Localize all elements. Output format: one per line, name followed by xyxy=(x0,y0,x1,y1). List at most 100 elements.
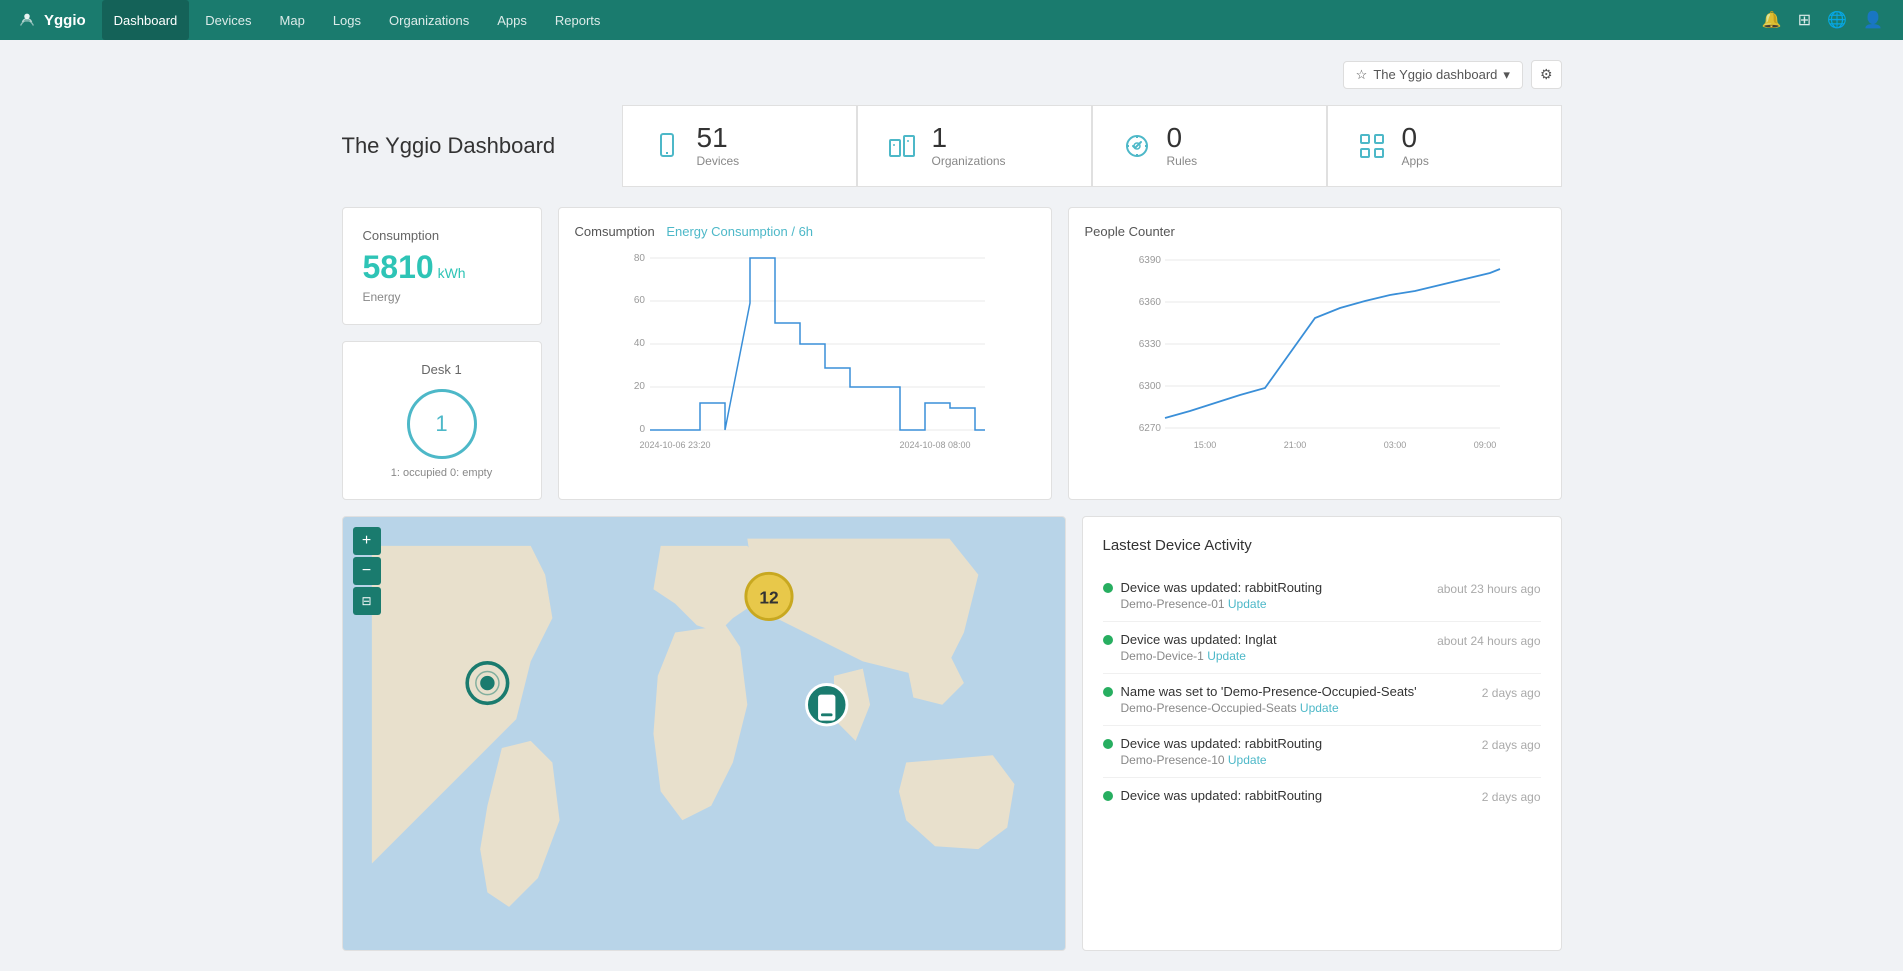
consumption-unit: kWh xyxy=(438,265,466,281)
bottom-row: 12 + − ⊟ Lastest Device Activity xyxy=(342,516,1562,951)
toolbar: ☆ The Yggio dashboard ▾ ⚙ xyxy=(342,60,1562,89)
energy-chart-title: Comsumption Energy Consumption / 6h xyxy=(575,224,1035,239)
map-svg: 12 xyxy=(343,517,1065,950)
apps-icon xyxy=(1356,130,1388,162)
desk-card: Desk 1 1 1: occupied 0: empty xyxy=(342,341,542,500)
svg-text:0: 0 xyxy=(639,424,645,435)
activity-dot xyxy=(1103,583,1113,593)
activity-content: Device was updated: rabbitRouting xyxy=(1121,788,1474,803)
activity-dot xyxy=(1103,687,1113,697)
svg-text:09:00: 09:00 xyxy=(1473,440,1496,450)
people-chart-svg: 6390 6360 6330 6300 6270 15:00 21:00 03:… xyxy=(1085,243,1545,473)
devices-icon xyxy=(651,130,683,162)
organizations-value: 1 xyxy=(932,124,1006,152)
language-icon[interactable]: 🌐 xyxy=(1823,6,1851,34)
grid-icon[interactable]: ⊞ xyxy=(1794,6,1815,34)
stat-card-devices: 51 Devices xyxy=(622,105,857,187)
activity-sub: Demo-Presence-10 Update xyxy=(1121,753,1474,767)
activity-time: about 23 hours ago xyxy=(1437,580,1540,596)
activity-sub: Demo-Presence-Occupied-Seats Update xyxy=(1121,701,1474,715)
svg-text:6360: 6360 xyxy=(1138,297,1161,308)
star-icon: ☆ xyxy=(1356,67,1368,83)
activity-event: Name was set to 'Demo-Presence-Occupied-… xyxy=(1121,684,1474,699)
energy-chart-card: Comsumption Energy Consumption / 6h 80 6… xyxy=(558,207,1052,500)
consumption-card: Consumption 5810 kWh Energy xyxy=(342,207,542,325)
desk-value: 1 xyxy=(435,411,447,437)
activity-item: Device was updated: rabbitRouting Demo-P… xyxy=(1103,726,1541,778)
activity-content: Name was set to 'Demo-Presence-Occupied-… xyxy=(1121,684,1474,715)
desk-circle: 1 xyxy=(407,389,477,459)
brand-logo[interactable]: Yggio xyxy=(16,9,86,31)
nav-organizations[interactable]: Organizations xyxy=(377,0,481,40)
svg-text:6390: 6390 xyxy=(1138,255,1161,266)
stat-card-rules: 0 Rules xyxy=(1092,105,1327,187)
energy-chart-subtitle: Energy Consumption / 6h xyxy=(666,224,813,239)
nav-reports[interactable]: Reports xyxy=(543,0,613,40)
navbar-right: 🔔 ⊞ 🌐 👤 xyxy=(1758,6,1887,34)
activity-content: Device was updated: Inglat Demo-Device-1… xyxy=(1121,632,1430,663)
navbar: Yggio Dashboard Devices Map Logs Organiz… xyxy=(0,0,1903,40)
update-link[interactable]: Update xyxy=(1300,701,1339,715)
rules-value: 0 xyxy=(1167,124,1198,152)
activity-time: about 24 hours ago xyxy=(1437,632,1540,648)
devices-label: Devices xyxy=(697,154,740,168)
energy-chart-svg: 80 60 40 20 0 2024-10-06 23:20 2024-10-0… xyxy=(575,243,1035,463)
map-controls: + − ⊟ xyxy=(353,527,381,615)
update-link[interactable]: Update xyxy=(1228,753,1267,767)
map-zoom-in[interactable]: + xyxy=(353,527,381,555)
svg-text:6270: 6270 xyxy=(1138,423,1161,434)
svg-text:03:00: 03:00 xyxy=(1383,440,1406,450)
main-content: ☆ The Yggio dashboard ▾ ⚙ The Yggio Dash… xyxy=(312,40,1592,971)
nav-map[interactable]: Map xyxy=(268,0,317,40)
map-card: 12 + − ⊟ xyxy=(342,516,1066,951)
activity-event: Device was updated: rabbitRouting xyxy=(1121,788,1474,803)
organizations-icon xyxy=(886,130,918,162)
svg-text:40: 40 xyxy=(633,338,645,349)
svg-text:80: 80 xyxy=(633,253,645,264)
activity-card: Lastest Device Activity Device was updat… xyxy=(1082,516,1562,951)
left-widgets: Consumption 5810 kWh Energy Desk 1 1 1: … xyxy=(342,207,542,500)
people-chart-card: People Counter 6390 6360 6330 6300 6270 … xyxy=(1068,207,1562,500)
svg-text:6300: 6300 xyxy=(1138,381,1161,392)
map-zoom-out[interactable]: − xyxy=(353,557,381,585)
activity-event: Device was updated: rabbitRouting xyxy=(1121,736,1474,751)
logo-icon xyxy=(16,9,38,31)
dashboard-selector[interactable]: ☆ The Yggio dashboard ▾ xyxy=(1343,61,1523,89)
update-link[interactable]: Update xyxy=(1228,597,1267,611)
svg-text:2024-10-08 08:00: 2024-10-08 08:00 xyxy=(899,440,970,450)
nav-devices[interactable]: Devices xyxy=(193,0,263,40)
notification-icon[interactable]: 🔔 xyxy=(1758,6,1786,34)
svg-text:6330: 6330 xyxy=(1138,339,1161,350)
settings-button[interactable]: ⚙ xyxy=(1531,60,1562,89)
activity-dot xyxy=(1103,739,1113,749)
activity-dot xyxy=(1103,791,1113,801)
svg-text:20: 20 xyxy=(633,381,645,392)
update-link[interactable]: Update xyxy=(1207,649,1246,663)
chevron-down-icon: ▾ xyxy=(1503,67,1510,83)
activity-item: Device was updated: rabbitRouting 2 days… xyxy=(1103,778,1541,814)
activity-event: Device was updated: Inglat xyxy=(1121,632,1430,647)
svg-text:60: 60 xyxy=(633,295,645,306)
nav-apps[interactable]: Apps xyxy=(485,0,539,40)
nav-dashboard[interactable]: Dashboard xyxy=(102,0,190,40)
consumption-value: 5810 xyxy=(363,249,434,285)
map-layer-button[interactable]: ⊟ xyxy=(353,587,381,615)
activity-item: Device was updated: Inglat Demo-Device-1… xyxy=(1103,622,1541,674)
activity-title: Lastest Device Activity xyxy=(1103,537,1541,554)
page-title: The Yggio Dashboard xyxy=(342,133,622,159)
apps-label: Apps xyxy=(1402,154,1429,168)
activity-time: 2 days ago xyxy=(1482,736,1541,752)
svg-text:15:00: 15:00 xyxy=(1193,440,1216,450)
stat-card-organizations: 1 Organizations xyxy=(857,105,1092,187)
activity-dot xyxy=(1103,635,1113,645)
dashboard-header: The Yggio Dashboard 51 Devices xyxy=(342,105,1562,187)
consumption-label: Energy xyxy=(363,290,521,304)
stat-cards: 51 Devices 1 Organizations xyxy=(622,105,1562,187)
svg-text:12: 12 xyxy=(759,588,778,608)
rules-icon xyxy=(1121,130,1153,162)
user-icon[interactable]: 👤 xyxy=(1859,6,1887,34)
activity-time: 2 days ago xyxy=(1482,788,1541,804)
svg-text:2024-10-06 23:20: 2024-10-06 23:20 xyxy=(639,440,710,450)
people-chart-title: People Counter xyxy=(1085,224,1545,239)
nav-logs[interactable]: Logs xyxy=(321,0,373,40)
